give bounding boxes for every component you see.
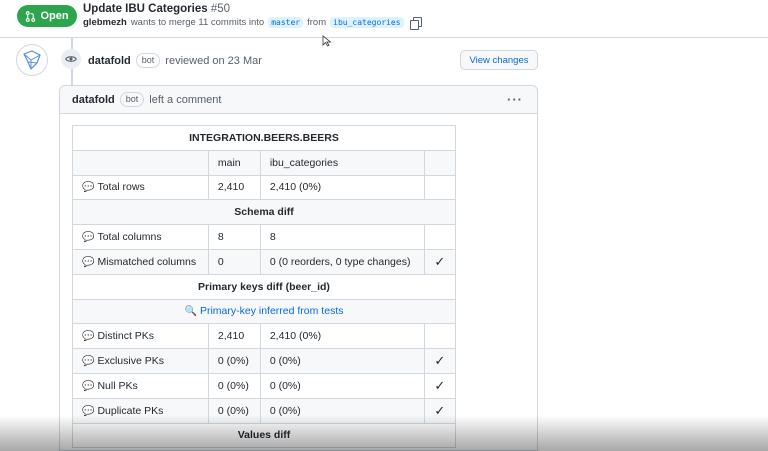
- row-label: Distinct PKs: [97, 330, 155, 343]
- section-row: 🔍 Primary-key inferred from tests: [72, 298, 456, 325]
- base-branch[interactable]: master: [268, 17, 304, 28]
- kebab-menu-icon[interactable]: ···: [507, 92, 523, 107]
- comment-bubble-icon[interactable]: 💬: [82, 381, 94, 392]
- comment-bubble-icon[interactable]: 💬: [82, 257, 94, 268]
- col-branch-header: ibu_categories: [259, 149, 425, 176]
- section-header: Schema diff: [72, 199, 456, 226]
- table-row: 💬 Distinct PKs 2,410 2,410 (0%): [72, 323, 457, 350]
- main-value: 0: [207, 248, 261, 275]
- table-title: INTEGRATION.BEERS.BEERS: [72, 125, 456, 151]
- row-label: Exclusive PKs: [97, 355, 164, 368]
- table-row: 💬 Mismatched columns 0 0 (0 reorders, 0 t…: [72, 248, 457, 275]
- section-row: Schema diff: [72, 199, 456, 226]
- main-value: 0 (0%): [207, 397, 261, 424]
- datafold-logo-icon: [23, 50, 41, 71]
- comment-action: left a comment: [149, 93, 222, 106]
- section-header: Primary keys diff (beer_id): [72, 273, 456, 300]
- pk-inferred-link[interactable]: Primary-key inferred from tests: [200, 305, 344, 317]
- comment-bubble-icon[interactable]: 💬: [82, 331, 94, 342]
- branch-value: 2,410 (0%): [259, 323, 425, 350]
- table-row: 💬 Total rows 2,410 2,410 (0%): [72, 174, 457, 201]
- avatar[interactable]: [16, 44, 48, 76]
- section-row: Primary keys diff (beer_id): [72, 273, 456, 300]
- pr-status-badge: Open: [17, 5, 77, 27]
- pr-title-text: Update IBU Categories: [83, 3, 208, 15]
- main-value: 0 (0%): [207, 372, 261, 399]
- pr-author[interactable]: glebmezh: [83, 17, 127, 28]
- pr-number: #50: [210, 3, 230, 15]
- comment-bubble-icon[interactable]: 💬: [82, 356, 94, 367]
- check-icon: ✓: [423, 248, 457, 275]
- review-event: datafold bot reviewed on 23 Mar: [88, 53, 262, 68]
- review-text: reviewed on 23 Mar: [165, 54, 262, 67]
- head-branch[interactable]: ibu_categories: [330, 17, 404, 28]
- git-pull-request-icon: [26, 10, 36, 22]
- bot-label: bot: [135, 53, 161, 68]
- table-row: 💬 Duplicate PKs 0 (0%) 0 (0%) ✓: [72, 397, 457, 424]
- bot-label: bot: [119, 92, 145, 107]
- check-cell: [423, 174, 457, 201]
- branch-value: 2,410 (0%): [259, 174, 425, 201]
- main-value: 2,410: [207, 174, 261, 201]
- comment-bubble-icon[interactable]: 💬: [82, 232, 94, 243]
- comment-bubble-icon[interactable]: 💬: [82, 182, 94, 193]
- merge-text: wants to merge 11 commits into: [130, 17, 265, 28]
- check-icon: ✓: [423, 372, 457, 399]
- view-changes-button[interactable]: View changes: [460, 50, 538, 70]
- pr-merge-info: glebmezh wants to merge 11 commits into …: [83, 17, 422, 30]
- row-label: Total columns: [97, 231, 162, 244]
- from-text: from: [307, 17, 327, 28]
- table-row: 💬 Exclusive PKs 0 (0%) 0 (0%) ✓: [72, 348, 457, 374]
- pr-header: Open Update IBU Categories #50 glebmezh …: [0, 0, 768, 47]
- comment-bubble-icon[interactable]: 💬: [82, 406, 94, 417]
- check-cell: [423, 323, 457, 350]
- check-cell: [423, 224, 457, 250]
- comment-box: datafold bot left a comment ··· INTEGRAT…: [59, 85, 538, 451]
- branch-value: 0 (0 reorders, 0 type changes): [259, 248, 425, 275]
- pr-title: Update IBU Categories #50: [83, 3, 230, 15]
- review-author[interactable]: datafold: [88, 55, 131, 67]
- row-label: Total rows: [97, 181, 145, 194]
- row-label: Mismatched columns: [97, 255, 197, 268]
- row-label: Duplicate PKs: [97, 404, 164, 417]
- mouse-cursor-icon: [322, 35, 332, 47]
- branch-value: 0 (0%): [259, 348, 425, 374]
- row-label: Null PKs: [97, 379, 138, 392]
- table-row: 💬 Null PKs 0 (0%) 0 (0%) ✓: [72, 372, 457, 399]
- main-value: 2,410: [207, 323, 261, 350]
- branch-value: 8: [259, 224, 425, 250]
- comment-header: datafold bot left a comment ···: [60, 86, 537, 114]
- eye-icon: [61, 49, 81, 69]
- magnifier-icon: 🔍: [184, 306, 197, 318]
- section-header: Values diff: [72, 422, 456, 449]
- branch-value: 0 (0%): [259, 397, 425, 424]
- check-icon: ✓: [423, 397, 457, 424]
- branch-value: 0 (0%): [259, 372, 425, 399]
- check-icon: ✓: [423, 348, 457, 374]
- comment-author[interactable]: datafold: [72, 94, 115, 106]
- col-main-header: main: [207, 149, 261, 176]
- table-row: main ibu_categories: [72, 149, 457, 176]
- section-row: Values diff: [72, 422, 456, 449]
- table-row: 💬 Total columns 8 8: [72, 224, 457, 250]
- pr-status-label: Open: [40, 10, 69, 22]
- main-value: 0 (0%): [207, 348, 261, 374]
- main-value: 8: [207, 224, 261, 250]
- copy-icon[interactable]: [409, 17, 422, 30]
- diff-table: INTEGRATION.BEERS.BEERS main ibu_categor…: [72, 125, 457, 449]
